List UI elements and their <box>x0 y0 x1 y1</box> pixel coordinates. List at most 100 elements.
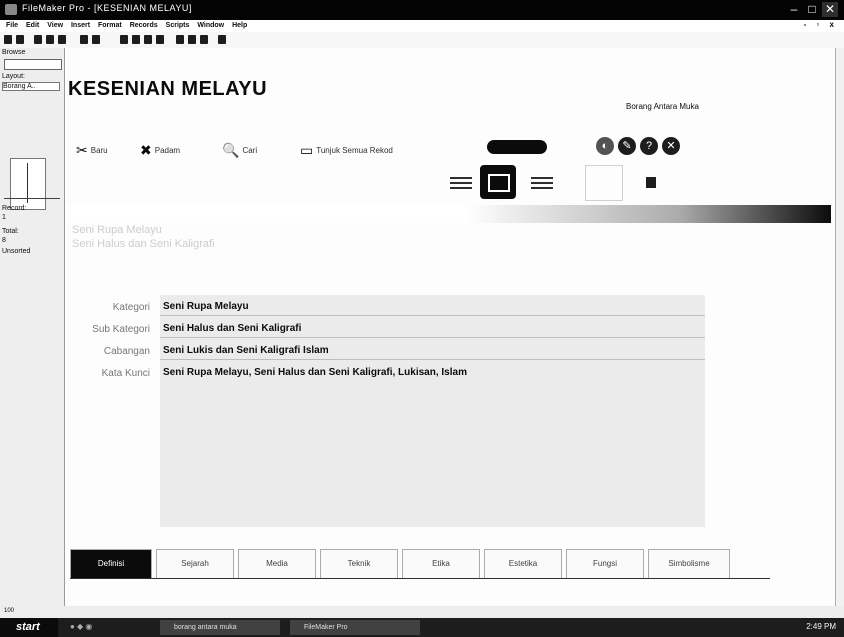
x-delete-icon: ✖ <box>140 142 152 158</box>
menu-format[interactable]: Format <box>98 20 122 32</box>
system-clock: 2:49 PM <box>806 622 836 631</box>
tab-etika[interactable]: Etika <box>402 549 480 578</box>
save-icon[interactable] <box>34 35 42 44</box>
quick-launch-icons[interactable]: ● ◆ ◉ <box>70 622 130 633</box>
sort-icon[interactable] <box>132 35 140 44</box>
total-count: 8 <box>2 237 6 244</box>
maximize-button[interactable]: □ <box>804 2 820 17</box>
cut-icon[interactable] <box>80 35 88 44</box>
tab-teknik[interactable]: Teknik <box>320 549 398 578</box>
tab-sejarah[interactable]: Sejarah <box>156 549 234 578</box>
menu-records[interactable]: Records <box>130 20 158 32</box>
menu-insert[interactable]: Insert <box>71 20 90 32</box>
save-layout-icon[interactable] <box>635 165 671 199</box>
record-label: Record: <box>2 205 27 212</box>
omit-icon[interactable] <box>176 35 184 44</box>
edit-icon[interactable]: ✎ <box>618 137 636 155</box>
new-record-label: Baru <box>90 146 108 155</box>
mdi-controls[interactable]: - ▫ x <box>804 20 838 29</box>
start-button[interactable]: start <box>0 618 58 637</box>
cabangan-value[interactable]: Seni Lukis dan Seni Kaligrafi Islam <box>163 345 329 356</box>
slider-track[interactable] <box>4 198 60 199</box>
taskbar-item-filemaker[interactable]: FileMaker Pro <box>290 620 420 635</box>
taskbar: start ● ◆ ◉ borang antara muka FileMaker… <box>0 618 844 637</box>
sub-kategori-value[interactable]: Seni Halus dan Seni Kaligrafi <box>163 323 301 334</box>
tab-simbolisme[interactable]: Simbolisme <box>648 549 730 578</box>
show-all-icon[interactable] <box>188 35 196 44</box>
scissors-icon: ✂ <box>76 142 88 158</box>
menu-file[interactable]: File <box>6 20 18 32</box>
tab-definisi[interactable]: Definisi <box>70 549 152 578</box>
exit-icon[interactable]: ✕ <box>662 137 680 155</box>
copy-icon[interactable] <box>92 35 100 44</box>
delete-record-label: Padam <box>154 146 181 155</box>
help-circle-icon[interactable]: ? <box>640 137 658 155</box>
kata-kunci-value[interactable]: Seni Rupa Melayu, Seni Halus dan Seni Ka… <box>163 367 467 378</box>
menu-window[interactable]: Window <box>197 20 224 32</box>
table-view-icon[interactable] <box>525 165 561 199</box>
kata-kunci-label: Kata Kunci <box>101 368 150 379</box>
layout-icon[interactable] <box>200 35 208 44</box>
menu-view[interactable]: View <box>47 20 63 32</box>
kategori-value[interactable]: Seni Rupa Melayu <box>163 301 249 312</box>
new-record-button[interactable]: ✂ Baru <box>76 142 108 159</box>
ghost-subcategory: Seni Halus dan Seni Kaligrafi <box>72 238 215 250</box>
form-view-icon[interactable] <box>480 165 516 199</box>
ghost-category: Seni Rupa Melayu <box>72 224 162 236</box>
mode-selector[interactable] <box>4 59 62 70</box>
tab-baseline <box>70 578 770 579</box>
home-icon[interactable]: ◐ <box>596 137 614 155</box>
total-label: Total: <box>2 228 19 235</box>
field-divider <box>160 337 705 338</box>
tab-media[interactable]: Media <box>238 549 316 578</box>
magnifier-icon: 🔍 <box>222 142 240 158</box>
record-number[interactable]: 1 <box>2 214 6 221</box>
find-record-button[interactable]: 🔍 Cari <box>222 142 257 159</box>
kategori-label: Kategori <box>112 302 150 313</box>
find-icon[interactable] <box>144 35 152 44</box>
tab-fungsi[interactable]: Fungsi <box>566 549 644 578</box>
book-icon[interactable] <box>10 158 46 210</box>
open-icon[interactable] <box>16 35 24 44</box>
delete-record-button[interactable]: ✖ Padam <box>140 142 180 159</box>
sub-kategori-label: Sub Kategori <box>92 324 150 335</box>
list-view-icon[interactable] <box>436 165 472 199</box>
help-icon[interactable] <box>218 35 226 44</box>
page-title: KESENIAN MELAYU <box>68 78 268 100</box>
field-divider <box>160 315 705 316</box>
cabangan-label: Cabangan <box>103 346 150 357</box>
menu-help[interactable]: Help <box>232 20 247 32</box>
app-icon <box>5 4 17 15</box>
field-divider <box>160 359 705 360</box>
records-icon[interactable] <box>156 35 164 44</box>
document-icon: ▭ <box>300 142 314 158</box>
layout-popup[interactable]: Borang A.. <box>2 82 60 91</box>
show-all-button[interactable]: ▭ Tunjuk Semua Rekod <box>300 142 393 159</box>
window-title: FileMaker Pro - [KESENIAN MELAYU] <box>22 3 192 13</box>
menu-scripts[interactable]: Scripts <box>166 20 190 32</box>
start-label: start <box>16 621 40 633</box>
status-area: Browse Layout: Borang A.. Record: 1 Tota… <box>0 48 65 606</box>
tab-estetika[interactable]: Estetika <box>484 549 562 578</box>
find-record-label: Cari <box>242 146 258 155</box>
mode-label[interactable]: Browse <box>2 49 25 56</box>
minimize-button[interactable]: – <box>786 2 802 17</box>
title-bar: FileMaker Pro - [KESENIAN MELAYU] – □ ✕ <box>0 0 844 20</box>
menu-bar: File Edit View Insert Format Records Scr… <box>0 20 844 32</box>
spell-icon[interactable] <box>58 35 66 44</box>
header-divider <box>66 205 831 223</box>
zoom-level[interactable]: 100 <box>4 608 14 614</box>
form-subtitle: Borang Antara Muka <box>626 102 699 111</box>
record-navigator[interactable] <box>487 140 547 154</box>
taskbar-item-document[interactable]: borang antara muka <box>160 620 280 635</box>
show-all-label: Tunjuk Semua Rekod <box>316 146 393 155</box>
vertical-scrollbar[interactable] <box>835 48 844 606</box>
new-doc-icon[interactable] <box>4 35 12 44</box>
bottom-status-strip: 100 <box>0 606 844 618</box>
tab-bar: Definisi Sejarah Media Teknik Etika Este… <box>70 549 735 579</box>
close-button[interactable]: ✕ <box>822 2 838 17</box>
paste-icon[interactable] <box>120 35 128 44</box>
print-icon[interactable] <box>46 35 54 44</box>
grid-view-icon[interactable] <box>585 165 623 201</box>
menu-edit[interactable]: Edit <box>26 20 39 32</box>
